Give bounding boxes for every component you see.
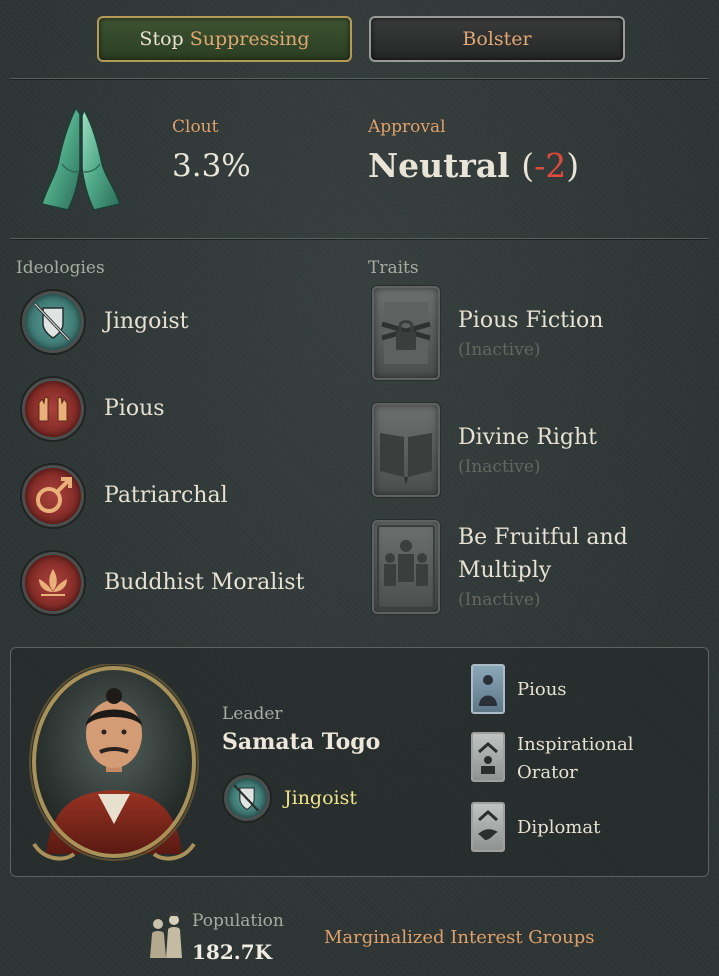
- population-label: Population: [192, 911, 284, 931]
- praying-hands-icon: [38, 104, 124, 214]
- stop-suppressing-label-suppressing: Suppressing: [189, 28, 310, 50]
- leader-trait-label-line2: Orator: [517, 762, 578, 783]
- ideology-label: Patriarchal: [104, 483, 228, 508]
- trait-status: (Inactive): [458, 340, 541, 360]
- clout-value: 3.3%: [172, 148, 251, 184]
- divider: [10, 78, 709, 79]
- bolster-button[interactable]: Bolster: [369, 16, 625, 62]
- approval-modifier: -2: [534, 146, 567, 185]
- sword-shield-icon[interactable]: [224, 775, 270, 821]
- dove-icon[interactable]: [471, 802, 505, 852]
- trait-title: Divine Right: [458, 425, 598, 450]
- approval-paren-open: (: [521, 146, 535, 185]
- traits-heading: Traits: [368, 258, 419, 278]
- trait-title-line2: Multiply: [458, 558, 552, 583]
- ideology-label: Buddhist Moralist: [104, 570, 305, 595]
- open-book-icon[interactable]: [372, 403, 440, 497]
- stop-suppressing-label-stop: Stop: [139, 28, 184, 50]
- approval-label: Approval: [368, 117, 446, 137]
- ideology-label: Pious: [104, 396, 165, 421]
- approval-value-line: Neutral (-2): [368, 146, 579, 185]
- clout-label: Clout: [172, 117, 219, 137]
- population-value: 182.7K: [192, 940, 273, 964]
- leader-trait-label: Pious: [517, 679, 567, 700]
- people-icon: [144, 910, 188, 962]
- stop-suppressing-button[interactable]: Stop Suppressing: [97, 16, 352, 62]
- marginalized-status[interactable]: Marginalized Interest Groups: [324, 927, 594, 948]
- leader-label: Leader: [222, 704, 283, 724]
- family-icon[interactable]: [372, 520, 440, 614]
- divider: [10, 238, 709, 239]
- trait-status: (Inactive): [458, 590, 541, 610]
- leader-trait-label-line1: Inspirational: [517, 734, 634, 755]
- ideology-label: Jingoist: [104, 309, 189, 334]
- chained-lock-icon[interactable]: [372, 286, 440, 380]
- approval-value: Neutral: [368, 146, 510, 185]
- trait-status: (Inactive): [458, 457, 541, 477]
- orator-icon[interactable]: [471, 732, 505, 782]
- sword-shield-icon[interactable]: [22, 291, 84, 353]
- leader-portrait[interactable]: [24, 663, 204, 868]
- trait-title: Pious Fiction: [458, 308, 604, 333]
- male-symbol-icon[interactable]: [22, 465, 84, 527]
- ideologies-heading: Ideologies: [16, 258, 105, 278]
- leader-ideology[interactable]: Jingoist: [284, 787, 357, 809]
- trait-title-line1: Be Fruitful and: [458, 525, 628, 550]
- leader-name[interactable]: Samata Togo: [222, 729, 380, 755]
- leader-trait-label: Diplomat: [517, 817, 601, 838]
- hands-icon[interactable]: [22, 378, 84, 440]
- approval-paren-close: ): [566, 146, 580, 185]
- praying-figure-icon[interactable]: [471, 664, 505, 714]
- lotus-icon[interactable]: [22, 552, 84, 614]
